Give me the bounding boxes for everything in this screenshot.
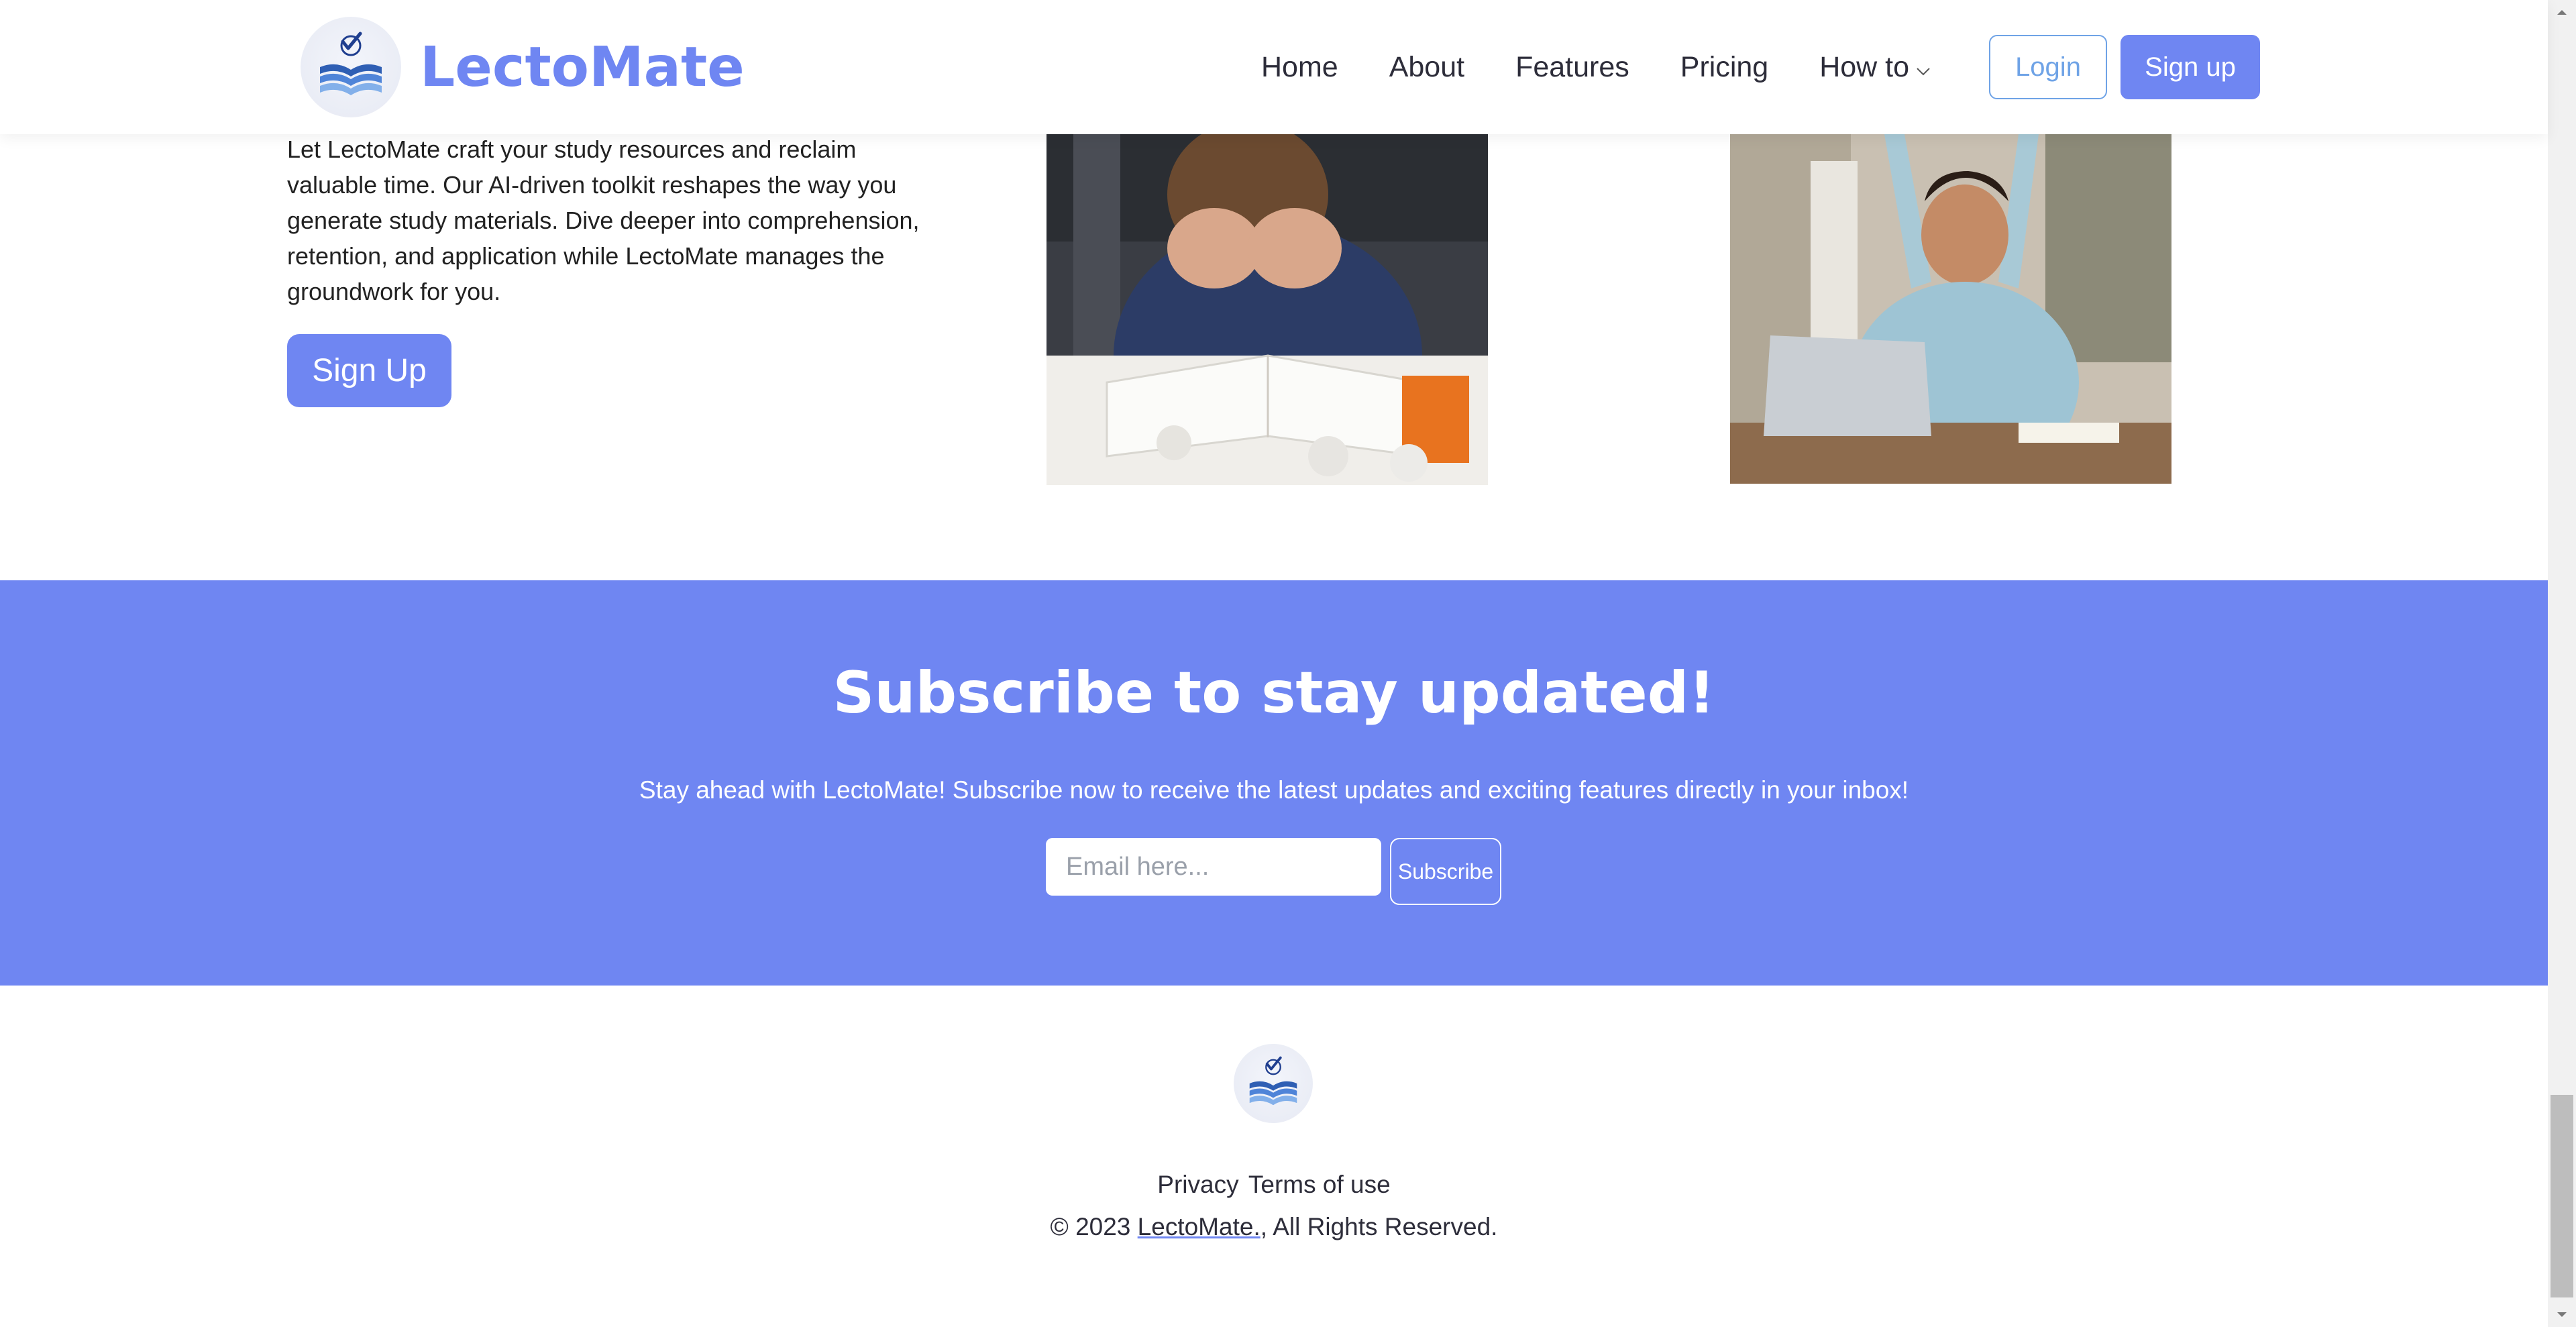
footer-links: Privacy Terms of use: [0, 1171, 2548, 1199]
brand-name: LectoMate: [420, 35, 745, 99]
copyright-link[interactable]: LectoMate.: [1138, 1213, 1260, 1240]
intro-text: Let LectoMate craft your study resources…: [287, 136, 920, 305]
brand[interactable]: LectoMate: [301, 13, 745, 121]
nav-how-to[interactable]: How to: [1819, 51, 1931, 84]
subscribe-section: Subscribe to stay updated! Stay ahead wi…: [0, 580, 2548, 986]
logo-icon: [301, 17, 401, 117]
nav-about[interactable]: About: [1389, 51, 1464, 84]
copyright-prefix: © 2023: [1050, 1213, 1138, 1240]
scrollbar[interactable]: [2548, 0, 2576, 1327]
subscribe-button[interactable]: Subscribe: [1390, 838, 1501, 905]
nav-how-to-label: How to: [1819, 50, 1910, 83]
subscribe-text: Stay ahead with LectoMate! Subscribe now…: [639, 776, 1909, 804]
hero-signup-button[interactable]: Sign Up: [287, 334, 451, 407]
signup-button[interactable]: Sign up: [2121, 35, 2260, 99]
scroll-thumb[interactable]: [2551, 1095, 2573, 1297]
subscribe-title: Subscribe to stay updated!: [833, 659, 1715, 727]
stressed-student-photo: [1046, 134, 1488, 485]
nav-pricing[interactable]: Pricing: [1680, 51, 1768, 84]
chevron-down-icon: [1916, 51, 1931, 84]
nav-home[interactable]: Home: [1261, 51, 1338, 84]
copyright-suffix: , All Rights Reserved.: [1260, 1213, 1498, 1240]
privacy-link[interactable]: Privacy: [1157, 1171, 1238, 1198]
terms-link[interactable]: Terms of use: [1248, 1171, 1391, 1198]
main-nav: Home About Features Pricing How to: [1261, 35, 1982, 99]
site-header: LectoMate Home About Features Pricing Ho…: [0, 0, 2548, 134]
login-button[interactable]: Login: [1989, 35, 2107, 99]
happy-student-photo: [1730, 134, 2171, 484]
scroll-down-arrow-icon[interactable]: [2548, 1303, 2576, 1327]
footer-logo-icon[interactable]: [1234, 1044, 1313, 1123]
copyright: © 2023 LectoMate., All Rights Reserved.: [0, 1213, 2548, 1241]
scroll-up-arrow-icon[interactable]: [2548, 0, 2576, 24]
nav-features[interactable]: Features: [1515, 51, 1629, 84]
email-input[interactable]: [1046, 838, 1381, 896]
